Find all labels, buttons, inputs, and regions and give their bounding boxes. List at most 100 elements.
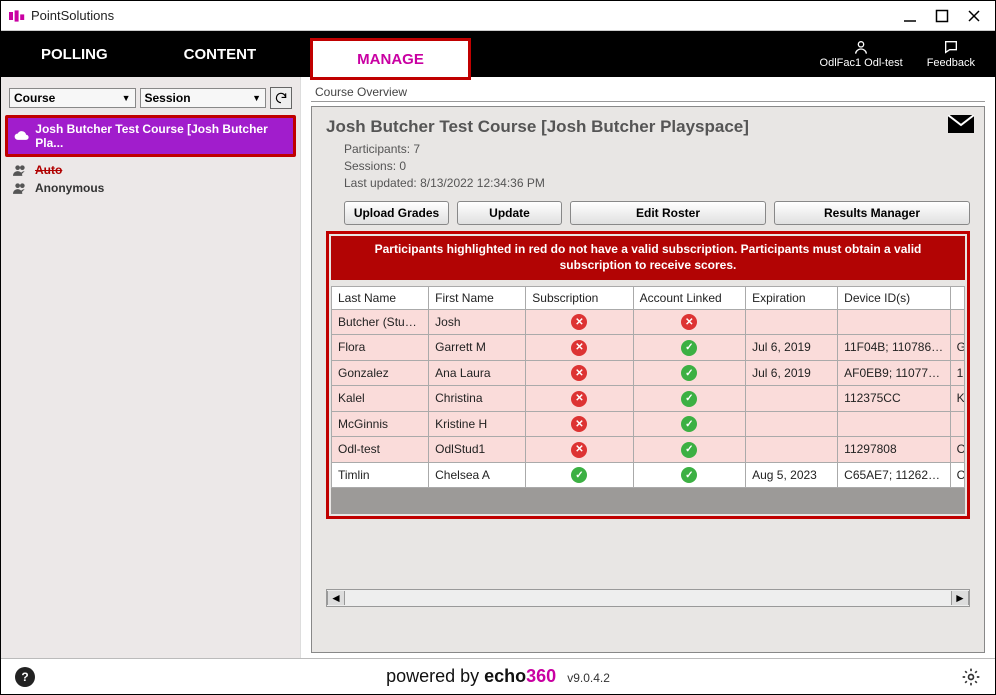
close-button[interactable] [967,9,981,23]
user-icon [853,39,869,55]
people-icon [13,164,27,176]
chevron-down-icon: ▼ [122,93,131,103]
participants-label: Participants: [344,142,410,156]
version-label: v9.0.4.2 [567,671,610,685]
user-account-label: OdlFac1 Odl-test [820,57,903,69]
table-cell: McGinnis [332,411,429,437]
table-cell: 11F04B; 110786A7 [838,335,950,361]
table-row[interactable]: FloraGarrett M✕✓Jul 6, 201911F04B; 11078… [332,335,965,361]
user-account-button[interactable]: OdlFac1 Odl-test [820,39,903,69]
scroll-right-button[interactable]: ► [951,591,969,605]
check-icon: ✓ [571,467,587,483]
course-overview-label: Course Overview [311,83,985,102]
table-cell: ✕ [526,360,633,386]
table-row[interactable]: Odl-testOdlStud1✕✓11297808O [332,437,965,463]
check-icon: ✓ [681,340,697,356]
col-first-name[interactable]: First Name [429,286,526,309]
course-list-item-label: Josh Butcher Test Course [Josh Butcher P… [35,122,287,150]
col-last-name[interactable]: Last Name [332,286,429,309]
col-device-ids[interactable]: Device ID(s) [838,286,950,309]
table-cell: Butcher (Student)) [332,309,429,335]
table-row[interactable]: GonzalezAna Laura✕✓Jul 6, 2019AF0EB9; 11… [332,360,965,386]
table-cell: ✓ [633,360,745,386]
table-cell: ✕ [526,437,633,463]
minimize-button[interactable] [903,9,917,23]
table-row[interactable]: Butcher (Student))Josh✕✕ [332,309,965,335]
course-list-item[interactable]: Auto [13,161,288,179]
powered-by-label: powered by echo360 v9.0.4.2 [386,666,610,687]
table-cell: 1 [950,360,964,386]
table-cell: Flora [332,335,429,361]
table-cell: Christina [429,386,526,412]
table-cell: O [950,437,964,463]
col-extra[interactable] [950,286,964,309]
table-cell: ✕ [526,411,633,437]
course-list-item-selected[interactable]: Josh Butcher Test Course [Josh Butcher P… [8,118,293,154]
table-cell: C [950,462,964,488]
cross-icon: ✕ [571,442,587,458]
tab-polling[interactable]: POLLING [1,31,148,77]
course-dropdown-label: Course [14,91,55,105]
table-cell [838,411,950,437]
table-cell: C65AE7; 11262D... [838,462,950,488]
col-subscription[interactable]: Subscription [526,286,633,309]
settings-button[interactable] [961,667,981,690]
col-account-linked[interactable]: Account Linked [633,286,745,309]
course-title: Josh Butcher Test Course [Josh Butcher P… [326,117,970,137]
table-cell [950,411,964,437]
results-manager-button[interactable]: Results Manager [774,201,970,225]
horizontal-scrollbar[interactable]: ◄ ► [326,589,970,607]
feedback-button[interactable]: Feedback [927,39,975,69]
chevron-down-icon: ▼ [252,93,261,103]
table-cell: ✕ [526,386,633,412]
upload-grades-button[interactable]: Upload Grades [344,201,449,225]
check-icon: ✓ [681,467,697,483]
table-cell [746,411,838,437]
course-dropdown[interactable]: Course ▼ [9,88,136,108]
table-cell: 112375CC [838,386,950,412]
top-nav: POLLING CONTENT MANAGE OdlFac1 Odl-test … [1,31,995,77]
table-empty-area [331,488,965,514]
table-cell [746,437,838,463]
refresh-button[interactable] [270,87,292,109]
table-row[interactable]: KalelChristina✕✓112375CCK [332,386,965,412]
maximize-button[interactable] [935,9,949,23]
edit-roster-button[interactable]: Edit Roster [570,201,766,225]
sessions-value: 0 [399,159,406,173]
course-list-item[interactable]: Anonymous [13,179,288,197]
left-toolbar: Course ▼ Session ▼ [5,81,296,115]
roster-header-row: Last Name First Name Subscription Accoun… [332,286,965,309]
table-cell: Gonzalez [332,360,429,386]
window-system-buttons [903,9,987,23]
col-expiration[interactable]: Expiration [746,286,838,309]
cross-icon: ✕ [571,416,587,432]
check-icon: ✓ [681,416,697,432]
table-cell: G [950,335,964,361]
cloud-icon [14,130,29,142]
table-cell: Aug 5, 2023 [746,462,838,488]
table-cell: Garrett M [429,335,526,361]
window-title: PointSolutions [31,8,903,23]
table-cell: ✕ [633,309,745,335]
session-dropdown[interactable]: Session ▼ [140,88,267,108]
table-row[interactable]: McGinnisKristine H ✕ ✓ [332,411,965,437]
app-logo-icon [9,10,25,22]
table-cell: ✓ [526,462,633,488]
table-cell: Chelsea A [429,462,526,488]
people-icon [13,182,27,194]
table-cell: ✓ [633,411,745,437]
roster-highlight-frame: Participants highlighted in red do not h… [326,231,970,519]
email-button[interactable] [948,115,974,136]
roster-table: Last Name First Name Subscription Accoun… [331,286,965,489]
table-cell: Kristine H [429,411,526,437]
tab-content[interactable]: CONTENT [148,31,293,77]
feedback-icon [943,39,959,55]
check-icon: ✓ [681,391,697,407]
scroll-left-button[interactable]: ◄ [327,591,345,605]
update-button[interactable]: Update [457,201,562,225]
table-row[interactable]: TimlinChelsea A✓✓Aug 5, 2023C65AE7; 1126… [332,462,965,488]
tab-manage[interactable]: MANAGE [310,38,471,80]
window-titlebar: PointSolutions [1,1,995,31]
help-button[interactable]: ? [15,667,35,687]
cross-icon: ✕ [571,314,587,330]
